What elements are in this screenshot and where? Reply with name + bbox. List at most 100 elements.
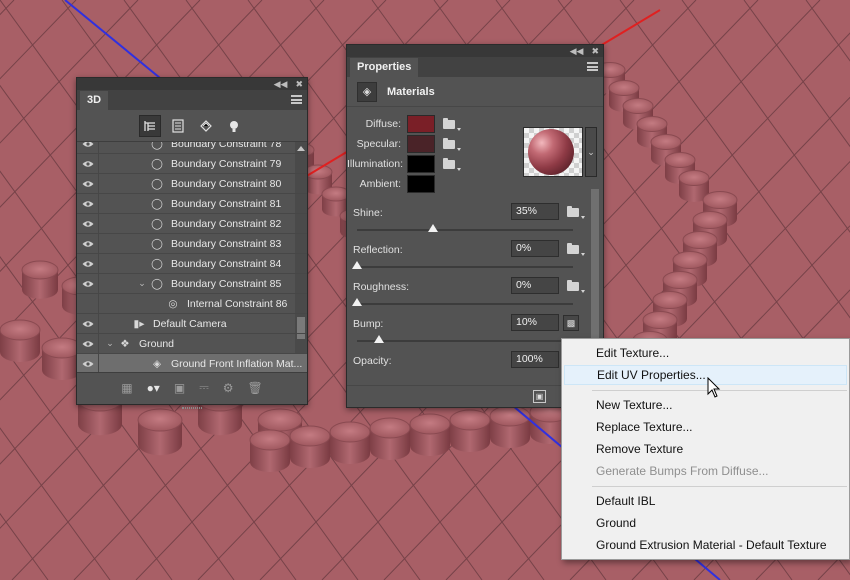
- visibility-eye-icon[interactable]: [77, 293, 99, 314]
- texture-folder-icon[interactable]: [443, 137, 461, 151]
- texture-folder-icon[interactable]: [567, 206, 585, 219]
- slider-thumb[interactable]: [427, 224, 438, 232]
- slider-thumb[interactable]: [352, 261, 362, 269]
- chevron-down-icon[interactable]: ⌄: [585, 127, 597, 177]
- close-icon[interactable]: ✖: [591, 45, 599, 57]
- layer-row[interactable]: ▮▸ Default Camera: [77, 313, 307, 334]
- layer-row[interactable]: ◯ Boundary Constraint 81: [77, 193, 307, 214]
- color-label: Illumination:: [347, 158, 404, 170]
- layer-row[interactable]: ◯ Boundary Constraint 83: [77, 233, 307, 254]
- slider-track[interactable]: [357, 229, 573, 231]
- scene-icon[interactable]: [139, 114, 161, 137]
- expand-chevron-icon[interactable]: ⌄: [135, 278, 149, 289]
- layer-row[interactable]: ◯ Boundary Constraint 80: [77, 173, 307, 194]
- visibility-eye-icon[interactable]: [77, 313, 99, 334]
- color-swatch[interactable]: [407, 155, 435, 173]
- slider-label: Roughness:: [353, 281, 410, 293]
- panel-3d-topbar: ◀◀ ✖: [77, 78, 307, 90]
- menu-item[interactable]: Default IBL: [564, 491, 847, 511]
- color-label: Specular:: [356, 138, 401, 150]
- mesh-icon[interactable]: [167, 115, 189, 137]
- layer-name: Boundary Constraint 85: [171, 277, 282, 290]
- layer-row[interactable]: ◈ Ground Front Inflation Mat...: [77, 353, 307, 372]
- constraint-icon: ◯: [151, 197, 163, 210]
- color-swatch[interactable]: [407, 175, 435, 193]
- menu-item[interactable]: Edit UV Properties...: [564, 365, 847, 385]
- layer-row[interactable]: ◯ Boundary Constraint 79: [77, 153, 307, 174]
- properties-tabbar: Properties: [347, 57, 603, 77]
- slider-value-input[interactable]: 0%: [511, 277, 559, 294]
- slider-track[interactable]: [357, 266, 573, 268]
- properties-scrollbar[interactable]: [591, 189, 599, 363]
- close-icon[interactable]: ✖: [295, 78, 303, 90]
- delete-icon[interactable]: 🗑: [248, 381, 263, 395]
- material-icon[interactable]: [195, 115, 217, 137]
- cylinder-mesh: [369, 417, 411, 460]
- constraint-icon[interactable]: ⚙: [223, 381, 234, 395]
- texture-folder-icon[interactable]: [567, 280, 585, 293]
- slider-thumb[interactable]: [352, 298, 362, 306]
- slider-track[interactable]: [357, 303, 573, 305]
- tab-properties[interactable]: Properties: [350, 58, 419, 77]
- tab-3d[interactable]: 3D: [80, 91, 109, 110]
- layer-name: Boundary Constraint 78: [171, 142, 282, 150]
- ground-drop-icon[interactable]: ⎓: [199, 380, 209, 395]
- constraint-icon: ◯: [151, 142, 163, 150]
- menu-item[interactable]: Ground Extrusion Material - Default Text…: [564, 535, 847, 555]
- visibility-eye-icon[interactable]: [77, 273, 99, 294]
- visibility-eye-icon[interactable]: [77, 353, 99, 372]
- texture-folder-icon[interactable]: [567, 243, 585, 256]
- slider-value-input[interactable]: 10%: [511, 314, 559, 331]
- visibility-eye-icon[interactable]: [77, 193, 99, 214]
- 3d-panel: ◀◀ ✖ 3D ◯ Boundary Constraint 78 ◯ Boundary…: [76, 77, 308, 409]
- texture-folder-icon[interactable]: [443, 117, 461, 131]
- bump-texture-icon[interactable]: ▩: [563, 315, 579, 331]
- menu-item[interactable]: Edit Texture...: [564, 343, 847, 363]
- color-row: Diffuse:: [347, 115, 461, 133]
- properties-topbar: ◀◀ ✖: [347, 45, 603, 57]
- material-preview[interactable]: [523, 127, 583, 177]
- visibility-eye-icon[interactable]: [77, 233, 99, 254]
- slider-value-input[interactable]: 35%: [511, 203, 559, 220]
- visibility-eye-icon[interactable]: [77, 213, 99, 234]
- constraint-icon: ◯: [151, 257, 163, 270]
- slider-shine: Shine: 35%: [347, 203, 587, 239]
- menu-item[interactable]: Replace Texture...: [564, 417, 847, 437]
- render-icon[interactable]: ▣: [533, 390, 546, 403]
- panel-menu-icon[interactable]: [291, 95, 302, 104]
- slider-value-input[interactable]: 0%: [511, 240, 559, 257]
- menu-item[interactable]: New Texture...: [564, 395, 847, 415]
- texture-folder-icon[interactable]: [443, 157, 461, 171]
- visibility-eye-icon[interactable]: [77, 253, 99, 274]
- color-swatch[interactable]: [407, 135, 435, 153]
- slider-thumb[interactable]: [373, 335, 384, 343]
- color-swatch[interactable]: [407, 115, 435, 133]
- material-drop-icon[interactable]: ▣: [174, 381, 185, 395]
- light-icon[interactable]: [223, 115, 245, 137]
- layer-row[interactable]: ⌄ ❖ Ground: [77, 333, 307, 354]
- collapse-icon[interactable]: ◀◀: [570, 45, 584, 57]
- panel-menu-icon[interactable]: [587, 62, 598, 71]
- layer-name: Boundary Constraint 80: [171, 177, 282, 190]
- visibility-eye-icon[interactable]: [77, 173, 99, 194]
- scroll-thumb[interactable]: [591, 189, 599, 363]
- resize-grip[interactable]: [77, 402, 307, 414]
- layer-row[interactable]: ◯ Boundary Constraint 78: [77, 142, 307, 154]
- menu-item[interactable]: Remove Texture: [564, 439, 847, 459]
- slider-value-input[interactable]: 100%: [511, 351, 559, 368]
- expand-chevron-icon[interactable]: ⌄: [103, 338, 117, 349]
- mesh-icon[interactable]: ▦: [121, 381, 132, 395]
- layer-row[interactable]: ◎ Internal Constraint 86: [77, 293, 307, 314]
- light-icon[interactable]: ●▾: [147, 381, 160, 395]
- cylinder-mesh: [21, 260, 59, 299]
- visibility-eye-icon[interactable]: [77, 142, 99, 154]
- collapse-icon[interactable]: ◀◀: [274, 78, 288, 90]
- layer-row[interactable]: ◯ Boundary Constraint 84: [77, 253, 307, 274]
- menu-item[interactable]: Ground: [564, 513, 847, 533]
- layer-name: Boundary Constraint 79: [171, 157, 282, 170]
- visibility-eye-icon[interactable]: [77, 333, 99, 354]
- slider-track[interactable]: [357, 340, 573, 342]
- layer-row[interactable]: ⌄ ◯ Boundary Constraint 85: [77, 273, 307, 294]
- visibility-eye-icon[interactable]: [77, 153, 99, 174]
- layer-row[interactable]: ◯ Boundary Constraint 82: [77, 213, 307, 234]
